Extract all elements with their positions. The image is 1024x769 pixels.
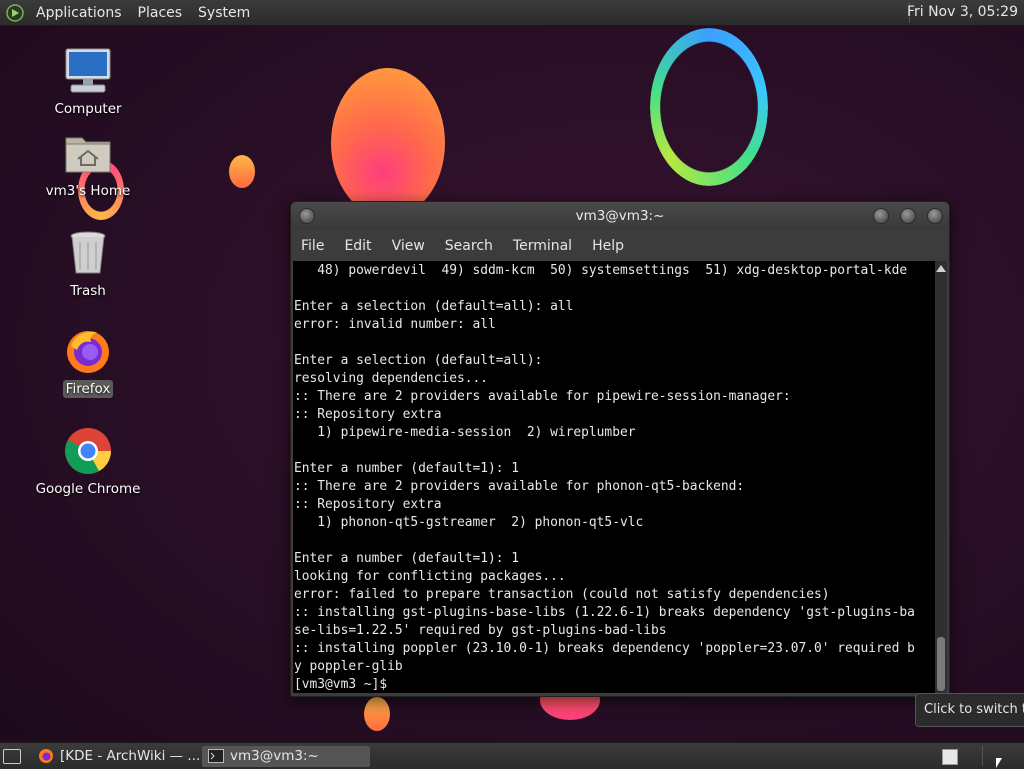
terminal-icon <box>208 749 224 763</box>
workspace-switcher[interactable] <box>942 749 958 765</box>
wallpaper-shape <box>331 68 445 218</box>
applications-menu[interactable]: Applications <box>28 5 130 21</box>
maximize-button[interactable] <box>900 208 916 224</box>
window-title: vm3@vm3:~ <box>575 208 665 224</box>
minimize-button[interactable] <box>873 208 889 224</box>
computer-icon <box>63 46 113 96</box>
menu-edit[interactable]: Edit <box>334 238 381 254</box>
desktop-icon-chrome[interactable]: Google Chrome <box>28 426 148 498</box>
terminal-window[interactable]: vm3@vm3:~ File Edit View Search Terminal… <box>290 201 950 697</box>
desktop-icon-label: vm3's Home <box>45 183 131 199</box>
mate-logo-icon[interactable] <box>6 3 24 22</box>
window-titlebar[interactable]: vm3@vm3:~ <box>291 202 949 230</box>
system-menu[interactable]: System <box>190 5 258 21</box>
top-panel: Applications Places System Fri Nov 3, 05… <box>0 0 1024 26</box>
menu-view[interactable]: View <box>382 238 435 254</box>
tooltip: Click to switch to <box>915 693 1024 727</box>
desktop-icon-firefox[interactable]: Firefox <box>28 326 148 398</box>
desktop-icon-label: Trash <box>70 283 106 299</box>
desktop-icon-label: Firefox <box>62 380 114 398</box>
taskbar-item-label: [KDE - ArchWiki — ... <box>60 748 200 764</box>
panel-separator <box>982 746 983 766</box>
clock[interactable]: Fri Nov 3, 05:29 <box>907 4 1018 20</box>
desktop-icon-computer[interactable]: Computer <box>28 46 148 118</box>
wallpaper-shape <box>364 697 390 731</box>
show-desktop-icon[interactable] <box>3 749 21 764</box>
bottom-panel: [KDE - ArchWiki — ... vm3@vm3:~ <box>0 742 1024 769</box>
menu-terminal[interactable]: Terminal <box>503 238 582 254</box>
menu-help[interactable]: Help <box>582 238 634 254</box>
wallpaper-shape <box>229 155 255 188</box>
mouse-cursor-icon <box>996 758 1002 768</box>
terminal-scrollbar[interactable] <box>935 261 947 693</box>
taskbar-item-firefox[interactable]: [KDE - ArchWiki — ... <box>32 746 200 767</box>
home-folder-icon <box>63 128 113 178</box>
wallpaper-ring <box>650 28 768 186</box>
menu-search[interactable]: Search <box>435 238 503 254</box>
desktop-icon-label: Computer <box>54 101 122 117</box>
desktop-icon-home[interactable]: vm3's Home <box>28 128 148 200</box>
trash-icon <box>63 228 113 278</box>
places-menu[interactable]: Places <box>130 5 191 21</box>
taskbar-item-label: vm3@vm3:~ <box>230 748 319 764</box>
firefox-icon <box>63 326 113 376</box>
scroll-up-arrow-icon[interactable] <box>936 265 946 272</box>
taskbar-item-terminal[interactable]: vm3@vm3:~ <box>202 746 370 767</box>
scrollbar-thumb[interactable] <box>937 637 945 691</box>
desktop-icon-label: Google Chrome <box>35 481 141 497</box>
close-button[interactable] <box>927 208 943 224</box>
desktop-icon-trash[interactable]: Trash <box>28 228 148 300</box>
terminal-output[interactable]: 48) powerdevil 49) sddm-kcm 50) systemse… <box>293 261 935 693</box>
menu-file[interactable]: File <box>291 238 334 254</box>
terminal-menubar: File Edit View Search Terminal Help <box>291 230 949 261</box>
terminal-text: 48) powerdevil 49) sddm-kcm 50) systemse… <box>294 263 915 692</box>
firefox-icon <box>39 749 53 763</box>
chrome-icon <box>63 426 113 476</box>
